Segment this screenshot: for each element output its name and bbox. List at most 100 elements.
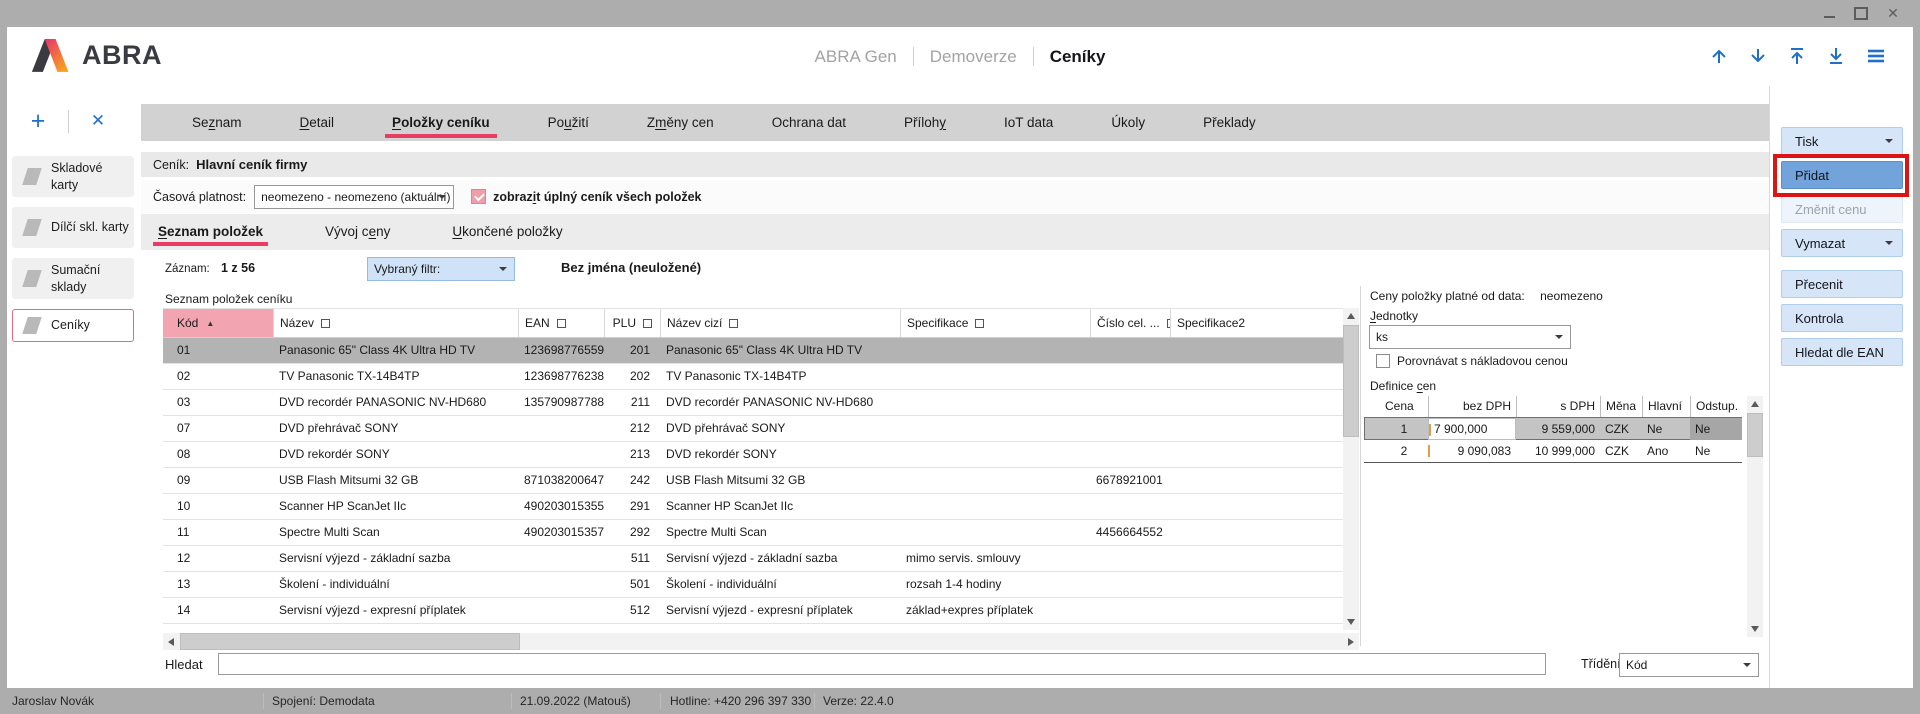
minimize-icon[interactable] xyxy=(1818,3,1840,23)
table-row[interactable]: 01Panasonic 65" Class 4K Ultra HD TV1236… xyxy=(163,338,1359,364)
cell-spec2 xyxy=(1170,572,1343,597)
vymazat-button[interactable]: Vymazat xyxy=(1781,229,1903,257)
search-input[interactable] xyxy=(218,653,1546,675)
maximize-icon[interactable] xyxy=(1850,3,1872,23)
scroll-top-icon[interactable] xyxy=(1787,46,1807,66)
sidebar-items: Skladové karty Dílčí skl. karty Sumační sk… xyxy=(7,156,141,342)
table-row[interactable]: 02TV Panasonic TX-14B4TP123698776238202T… xyxy=(163,364,1359,390)
price-column-bez-dph[interactable]: bez DPH xyxy=(1428,396,1516,417)
tab-seznam[interactable]: Seznam xyxy=(163,104,271,141)
close-module-button[interactable]: ✕ xyxy=(89,111,107,131)
table-row[interactable]: 09USB Flash Mitsumi 32 GB871038200647242… xyxy=(163,468,1359,494)
column-header-ean[interactable]: EAN xyxy=(518,309,604,337)
kontrola-button[interactable]: Kontrola xyxy=(1781,304,1903,332)
column-filter-icon[interactable] xyxy=(321,319,330,328)
column-header-plu[interactable]: PLU xyxy=(604,309,660,337)
tab-zm-ny-cen[interactable]: Změny cen xyxy=(618,104,743,141)
price-column-cena[interactable]: Cena xyxy=(1380,396,1428,417)
tab-p-eklady[interactable]: Překlady xyxy=(1174,104,1285,141)
sidebar-item-suma-n-sklady[interactable]: Sumační sklady xyxy=(12,258,134,299)
sort-select[interactable]: Kód xyxy=(1619,653,1759,677)
cell-plu: 202 xyxy=(604,364,660,389)
p-idat-button[interactable]: Přidat xyxy=(1781,161,1903,189)
scrollbar-up-icon[interactable] xyxy=(1747,396,1763,412)
compare-cost-checkbox[interactable] xyxy=(1376,354,1390,368)
column-filter-icon[interactable] xyxy=(729,319,738,328)
cell-ean: 490203015357 xyxy=(518,520,604,545)
cell-nazev: DVD přehrávač SONY xyxy=(273,416,518,441)
tab-polo-ky-cen-ku[interactable]: Položky ceníku xyxy=(363,104,519,141)
sidebar-item-cen-ky[interactable]: Ceníky xyxy=(12,309,134,342)
price-row[interactable]: 17 900,0009 559,000CZKNeNe xyxy=(1364,417,1742,440)
column-header-k-d[interactable]: Kód▲ xyxy=(163,309,273,337)
price-column-s-dph[interactable]: s DPH xyxy=(1516,396,1600,417)
status-item: Hotline: +420 296 397 330 xyxy=(670,694,811,708)
status-item: Spojení: Demodata xyxy=(272,694,375,708)
table-row[interactable]: 08DVD rekordér SONY213DVD rekordér SONY xyxy=(163,442,1359,468)
add-module-button[interactable]: + xyxy=(28,109,48,133)
validity-select[interactable]: neomezeno - neomezeno (aktuální) xyxy=(254,185,454,209)
table-row[interactable]: 11Spectre Multi Scan490203015357292Spect… xyxy=(163,520,1359,546)
subtab-v-voj-ceny[interactable]: Vývoj ceny xyxy=(320,214,395,250)
column-filter-icon[interactable] xyxy=(975,319,984,328)
column-header-specifikace2[interactable]: Specifikace2 xyxy=(1170,309,1343,337)
subtab-ukon-en-polo-ky[interactable]: Ukončené položky xyxy=(447,214,567,250)
scroll-bottom-icon[interactable] xyxy=(1826,46,1846,66)
tab-p-lohy[interactable]: Přílohy xyxy=(875,104,975,141)
scroll-up-icon[interactable] xyxy=(1709,46,1729,66)
tab-detail[interactable]: Detail xyxy=(271,104,364,141)
column-header-n-zev[interactable]: Název xyxy=(273,309,518,337)
tab-koly[interactable]: Úkoly xyxy=(1082,104,1174,141)
column-header-slo-cel[interactable]: Číslo cel. ... xyxy=(1090,309,1170,337)
column-header-n-zev-ciz[interactable]: Název cizí xyxy=(660,309,900,337)
sidebar-item-d-l-skl-karty[interactable]: Dílčí skl. karty xyxy=(12,207,134,248)
items-horizontal-scrollbar[interactable] xyxy=(163,633,1359,650)
scrollbar-down-icon[interactable] xyxy=(1747,621,1763,637)
tab-ochrana-dat[interactable]: Ochrana dat xyxy=(743,104,875,141)
sidebar-item-skladov-karty[interactable]: Skladové karty xyxy=(12,156,134,197)
record-navigation xyxy=(1709,46,1887,66)
screen: { "titlebar": {"icons": ["minimize", "ma… xyxy=(0,0,1920,714)
scrollbar-up-icon[interactable] xyxy=(1343,308,1359,324)
status-separator xyxy=(263,693,264,709)
price-row[interactable]: 29 090,08310 999,000CZKAnoNe xyxy=(1364,440,1742,463)
table-row[interactable]: 14Servisní výjezd - expresní příplatek51… xyxy=(163,598,1359,624)
price-column-m-na[interactable]: Měna xyxy=(1600,396,1642,417)
scrollbar-thumb[interactable] xyxy=(1747,413,1763,457)
tisk-button[interactable]: Tisk xyxy=(1781,127,1903,155)
scrollbar-thumb[interactable] xyxy=(180,633,520,650)
price-column-hlavn[interactable]: Hlavní xyxy=(1642,396,1690,417)
scrollbar-down-icon[interactable] xyxy=(1343,614,1359,630)
show-full-pricelist-label: zobrazit úplný ceník všech položek xyxy=(493,190,701,204)
cell-bez-dph[interactable]: 7 900,000 xyxy=(1428,418,1516,440)
detail-vertical-scrollbar[interactable] xyxy=(1747,396,1763,637)
table-row[interactable]: 10Scanner HP ScanJet IIc490203015355291S… xyxy=(163,494,1359,520)
show-full-pricelist-checkbox[interactable] xyxy=(471,189,486,204)
scroll-down-icon[interactable] xyxy=(1748,46,1768,66)
scrollbar-left-icon[interactable] xyxy=(163,633,179,650)
cell-ean: 123698776238 xyxy=(518,364,604,389)
filter-select[interactable]: Vybraný filtr: xyxy=(367,257,515,281)
cell-plu: 211 xyxy=(604,390,660,415)
hledat-dle-ean-button[interactable]: Hledat dle EAN xyxy=(1781,338,1903,366)
scrollbar-thumb[interactable] xyxy=(1343,325,1359,437)
table-row[interactable]: 07DVD přehrávač SONY212DVD přehrávač SON… xyxy=(163,416,1359,442)
table-row[interactable]: 12Servisní výjezd - základní sazba511Ser… xyxy=(163,546,1359,572)
table-row[interactable]: 13Školení - individuální501Školení - ind… xyxy=(163,572,1359,598)
column-header-specifikace[interactable]: Specifikace xyxy=(900,309,1090,337)
column-filter-icon[interactable] xyxy=(557,319,566,328)
table-row[interactable]: 03DVD recordér PANASONIC NV-HD6801357909… xyxy=(163,390,1359,416)
p-ecenit-button[interactable]: Přecenit xyxy=(1781,270,1903,298)
validity-row: Časová platnost: neomezeno - neomezeno (… xyxy=(141,180,1770,213)
subtab-seznam-polo-ek[interactable]: Seznam položek xyxy=(153,214,268,250)
tab-iot-data[interactable]: IoT data xyxy=(975,104,1082,141)
scrollbar-right-icon[interactable] xyxy=(1343,633,1359,650)
tab-pou-it[interactable]: Použití xyxy=(519,104,618,141)
menu-icon[interactable] xyxy=(1865,46,1887,66)
close-icon[interactable]: ✕ xyxy=(1882,3,1904,23)
cell-nazev_cizi: Spectre Multi Scan xyxy=(660,520,900,545)
items-vertical-scrollbar[interactable] xyxy=(1343,308,1359,630)
units-select[interactable]: ks xyxy=(1369,325,1571,349)
column-filter-icon[interactable] xyxy=(643,319,652,328)
price-column-odstup[interactable]: Odstup. xyxy=(1690,396,1742,417)
